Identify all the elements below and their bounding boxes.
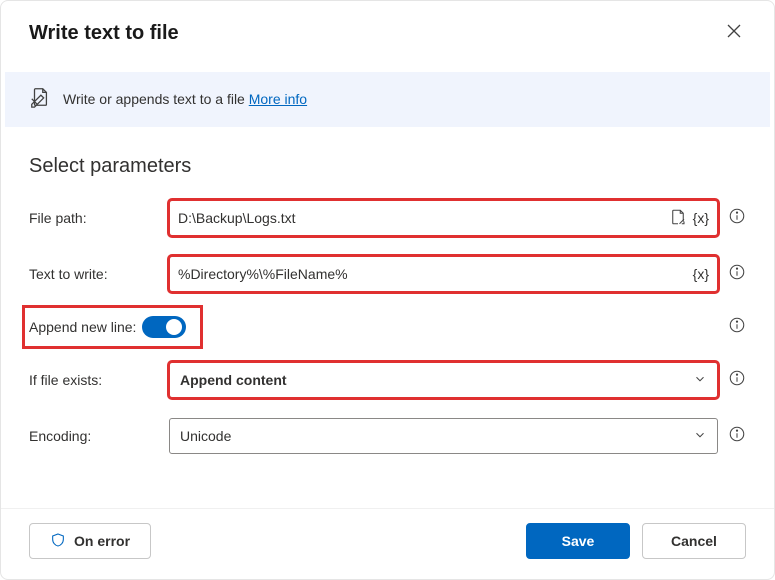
dialog-title: Write text to file [29,22,179,45]
info-icon[interactable] [728,316,746,339]
info-banner: Write or appends text to a file More inf… [5,72,770,127]
file-path-input[interactable]: D:\Backup\Logs.txt {x} [169,200,718,236]
label-if-file-exists: If file exists: [29,372,159,388]
dialog-footer: On error Save Cancel [1,508,774,579]
cancel-button[interactable]: Cancel [642,523,746,559]
encoding-value: Unicode [180,428,231,444]
save-button[interactable]: Save [526,523,630,559]
banner-text-wrap: Write or appends text to a file More inf… [63,91,307,109]
row-append-new-line: Append new line: [29,302,746,352]
write-text-dialog: Write text to file Write or appends text… [0,0,775,580]
close-button[interactable] [722,19,746,48]
encoding-select[interactable]: Unicode [169,418,718,454]
info-icon[interactable] [728,263,746,286]
field-encoding: Unicode [169,418,746,454]
dialog-header: Write text to file [1,1,774,58]
field-file-path: D:\Backup\Logs.txt {x} [169,200,746,236]
if-file-exists-select[interactable]: Append content [169,362,718,398]
label-append-new-line: Append new line: [29,319,136,335]
row-text-to-write: Text to write: %Directory%\%FileName% {x… [29,246,746,302]
if-file-exists-value: Append content [180,372,287,388]
row-encoding: Encoding: Unicode [29,408,746,464]
info-icon[interactable] [728,369,746,392]
shield-icon [50,532,66,551]
write-file-icon [29,86,51,113]
field-text-to-write: %Directory%\%FileName% {x} [169,256,746,292]
chevron-down-icon [693,372,707,389]
text-to-write-input[interactable]: %Directory%\%FileName% {x} [169,256,718,292]
file-path-value: D:\Backup\Logs.txt [178,210,663,226]
more-info-link[interactable]: More info [249,91,307,107]
info-icon[interactable] [728,207,746,230]
on-error-button[interactable]: On error [29,523,151,559]
on-error-label: On error [74,533,130,549]
row-if-file-exists: If file exists: Append content [29,352,746,408]
cancel-label: Cancel [671,533,717,549]
field-if-file-exists: Append content [169,362,746,398]
save-label: Save [562,533,595,549]
chevron-down-icon [693,428,707,445]
label-file-path: File path: [29,210,159,226]
close-icon [726,23,742,39]
parameters-section: File path: D:\Backup\Logs.txt {x} Text t… [1,186,774,508]
spacer [206,316,746,339]
section-title: Select parameters [1,129,774,186]
variable-picker-icon[interactable]: {x} [693,266,709,282]
variable-picker-icon[interactable]: {x} [693,210,709,226]
banner-text: Write or appends text to a file [63,91,249,107]
select-file-icon[interactable] [669,208,687,229]
label-text-to-write: Text to write: [29,266,159,282]
text-to-write-value: %Directory%\%FileName% [178,266,687,282]
label-encoding: Encoding: [29,428,159,444]
info-icon[interactable] [728,425,746,448]
footer-right: Save Cancel [526,523,746,559]
row-file-path: File path: D:\Backup\Logs.txt {x} [29,190,746,246]
append-new-line-toggle[interactable] [142,316,186,338]
append-new-line-group: Append new line: [29,312,196,342]
